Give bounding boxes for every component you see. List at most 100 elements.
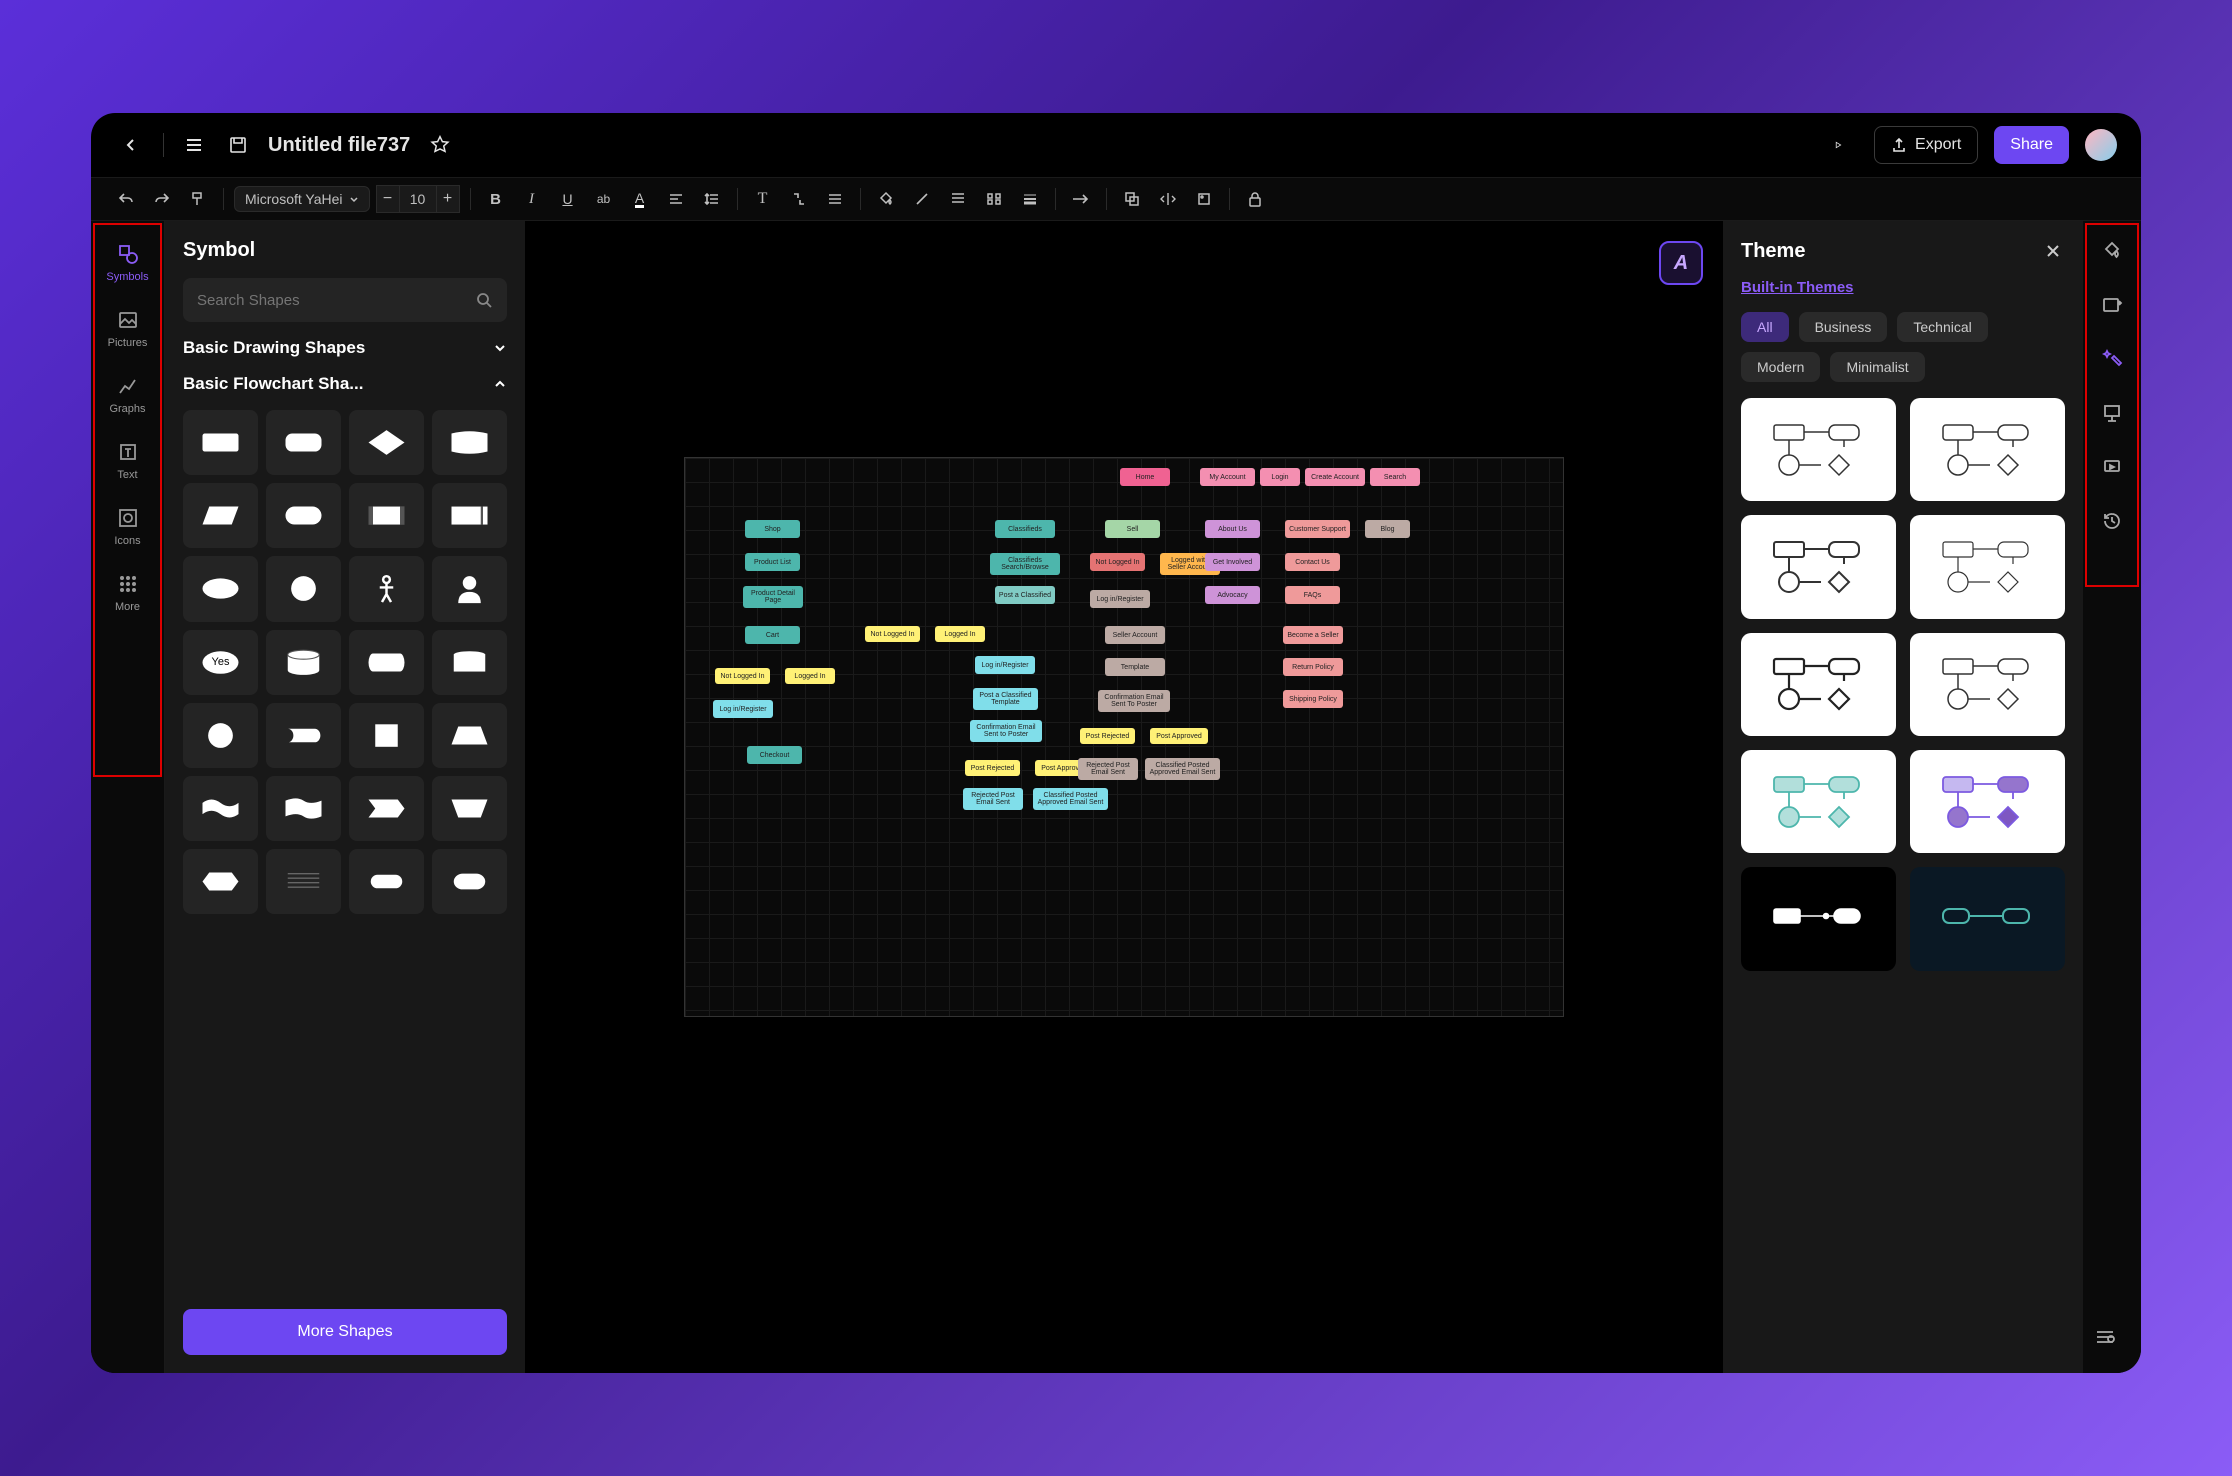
shape-bars[interactable] bbox=[349, 483, 424, 548]
rail-more[interactable]: More bbox=[98, 563, 158, 621]
shape-wave[interactable] bbox=[183, 776, 258, 841]
flowchart-node[interactable]: Shipping Policy bbox=[1283, 690, 1343, 708]
flowchart-node[interactable]: Post Rejected bbox=[965, 760, 1020, 776]
share-button[interactable]: Share bbox=[1994, 126, 2069, 164]
fill-icon[interactable] bbox=[871, 184, 901, 214]
theme-card[interactable] bbox=[1741, 398, 1896, 501]
shape-flag[interactable] bbox=[432, 410, 507, 475]
more-shapes-button[interactable]: More Shapes bbox=[183, 1309, 507, 1355]
flowchart-node[interactable]: Rejected Post Email Sent bbox=[963, 788, 1023, 810]
shape-ellipse[interactable] bbox=[183, 556, 258, 621]
canvas-area[interactable]: A HomeMy AccountLoginCreate AccountSearc… bbox=[525, 221, 1723, 1373]
text-tool-icon[interactable]: T bbox=[748, 184, 778, 214]
shape-rounded-rect[interactable] bbox=[266, 410, 341, 475]
flowchart-node[interactable]: Blog bbox=[1365, 520, 1410, 538]
font-size-value[interactable]: 10 bbox=[400, 185, 436, 213]
italic-icon[interactable]: I bbox=[517, 184, 547, 214]
section-basic-flowchart[interactable]: Basic Flowchart Sha... bbox=[183, 374, 507, 394]
text-case-icon[interactable]: ab bbox=[589, 184, 619, 214]
theme-card[interactable] bbox=[1910, 515, 2065, 618]
rail-icons[interactable]: Icons bbox=[98, 497, 158, 555]
flowchart-node[interactable]: Advocacy bbox=[1205, 586, 1260, 604]
flowchart-node[interactable]: Get Involved bbox=[1205, 553, 1260, 571]
flowchart-node[interactable]: Sell bbox=[1105, 520, 1160, 538]
line-weight-icon[interactable] bbox=[1015, 184, 1045, 214]
shape-parallelogram[interactable] bbox=[183, 483, 258, 548]
shape-lines[interactable] bbox=[266, 849, 341, 914]
search-shapes-box[interactable] bbox=[183, 278, 507, 322]
play-button[interactable] bbox=[1818, 126, 1858, 164]
favorite-star-icon[interactable] bbox=[426, 131, 454, 159]
redo-icon[interactable] bbox=[147, 184, 177, 214]
flowchart-node[interactable]: Not Logged In bbox=[715, 668, 770, 684]
filter-minimalist[interactable]: Minimalist bbox=[1830, 352, 1924, 382]
flowchart-node[interactable]: Log in/Register bbox=[1090, 590, 1150, 608]
effects-icon[interactable] bbox=[2098, 291, 2126, 319]
flowchart-node[interactable]: Checkout bbox=[747, 746, 802, 764]
undo-icon[interactable] bbox=[111, 184, 141, 214]
shape-storage[interactable] bbox=[349, 630, 424, 695]
theme-card[interactable] bbox=[1910, 398, 2065, 501]
shape-person[interactable] bbox=[349, 556, 424, 621]
flowchart-node[interactable]: Post Rejected bbox=[1080, 728, 1135, 744]
shape-cylinder[interactable] bbox=[266, 630, 341, 695]
flowchart-node[interactable]: Confirmation Email Sent to Poster bbox=[970, 720, 1042, 742]
user-avatar[interactable] bbox=[2085, 129, 2117, 161]
theme-subtitle[interactable]: Built-in Themes bbox=[1741, 279, 2065, 296]
line-spacing-icon[interactable] bbox=[697, 184, 727, 214]
back-button[interactable] bbox=[115, 129, 147, 161]
magic-wand-icon[interactable] bbox=[2098, 345, 2126, 373]
search-input[interactable] bbox=[197, 292, 465, 309]
flowchart-node[interactable]: Log in/Register bbox=[975, 656, 1035, 674]
align-objects-icon[interactable] bbox=[943, 184, 973, 214]
shape-wave2[interactable] bbox=[266, 776, 341, 841]
shape-circle2[interactable] bbox=[183, 703, 258, 768]
export-button[interactable]: Export bbox=[1874, 126, 1978, 164]
shape-card[interactable] bbox=[432, 630, 507, 695]
shape-square[interactable] bbox=[349, 703, 424, 768]
shape-circle[interactable] bbox=[266, 556, 341, 621]
shape-rectangle[interactable] bbox=[183, 410, 258, 475]
shape-yes[interactable]: Yes bbox=[183, 630, 258, 695]
font-family-select[interactable]: Microsoft YaHei bbox=[234, 186, 370, 212]
flowchart-node[interactable]: Post a Classified Template bbox=[973, 688, 1038, 710]
flowchart-node[interactable]: Classified Posted Approved Email Sent bbox=[1033, 788, 1108, 810]
flowchart-node[interactable]: Contact Us bbox=[1285, 553, 1340, 571]
group-icon[interactable] bbox=[1117, 184, 1147, 214]
shape-pill[interactable] bbox=[349, 849, 424, 914]
filter-technical[interactable]: Technical bbox=[1897, 312, 1987, 342]
flowchart-node[interactable]: Return Policy bbox=[1283, 658, 1343, 676]
font-color-icon[interactable]: A bbox=[625, 184, 655, 214]
flowchart-node[interactable]: Logged In bbox=[785, 668, 835, 684]
fill-tool-icon[interactable] bbox=[2098, 237, 2126, 265]
flowchart-node[interactable]: Log in/Register bbox=[713, 700, 773, 718]
flowchart-node[interactable]: Create Account bbox=[1305, 468, 1365, 486]
flowchart-node[interactable]: Seller Account bbox=[1105, 626, 1165, 644]
bold-icon[interactable]: B bbox=[481, 184, 511, 214]
ai-badge-icon[interactable]: A bbox=[1659, 241, 1703, 285]
stroke-icon[interactable] bbox=[907, 184, 937, 214]
theme-card[interactable] bbox=[1741, 867, 1896, 970]
flowchart-node[interactable]: Post Approved bbox=[1150, 728, 1208, 744]
section-basic-drawing[interactable]: Basic Drawing Shapes bbox=[183, 338, 507, 358]
flip-icon[interactable] bbox=[1153, 184, 1183, 214]
flowchart-node[interactable]: Login bbox=[1260, 468, 1300, 486]
theme-card[interactable] bbox=[1741, 633, 1896, 736]
theme-card[interactable] bbox=[1741, 750, 1896, 853]
shape-pipe[interactable] bbox=[266, 703, 341, 768]
canvas-grid[interactable]: HomeMy AccountLoginCreate AccountSearchS… bbox=[684, 457, 1564, 1017]
shape-trapezoid[interactable] bbox=[432, 703, 507, 768]
font-size-decrease[interactable]: − bbox=[376, 185, 400, 213]
settings-icon[interactable] bbox=[2089, 1321, 2121, 1353]
shape-hexagon[interactable] bbox=[183, 849, 258, 914]
connector-icon[interactable] bbox=[784, 184, 814, 214]
theme-card[interactable] bbox=[1741, 515, 1896, 618]
flowchart-node[interactable]: Rejected Post Email Sent bbox=[1078, 758, 1138, 780]
flowchart-node[interactable]: Not Logged In bbox=[1090, 553, 1145, 571]
shape-step[interactable] bbox=[349, 776, 424, 841]
shape-user[interactable] bbox=[432, 556, 507, 621]
flowchart-node[interactable]: FAQs bbox=[1285, 586, 1340, 604]
flowchart-node[interactable]: Logged In bbox=[935, 626, 985, 642]
flowchart-node[interactable]: My Account bbox=[1200, 468, 1255, 486]
rail-symbols[interactable]: Symbols bbox=[98, 233, 158, 291]
